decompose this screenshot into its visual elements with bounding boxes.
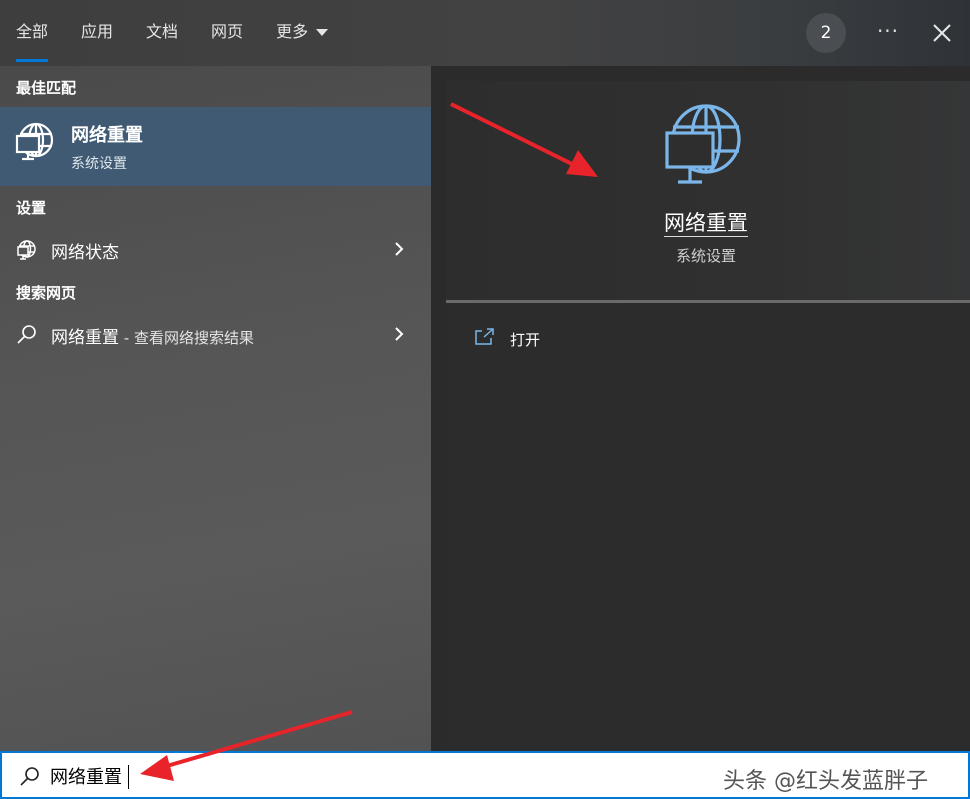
tab-all[interactable]: 全部 (16, 0, 49, 66)
best-match-header: 最佳匹配 (16, 79, 77, 97)
close-icon (933, 24, 951, 42)
watermark: 头条 @红头发蓝胖子 (723, 769, 928, 794)
search-box[interactable]: 头条 @红头发蓝胖子 (0, 751, 970, 799)
globe-icon (17, 240, 36, 260)
web-search-item[interactable]: 网络重置 - 查看网络搜索结果 (0, 315, 431, 353)
web-search-query: 网络重置 (51, 328, 119, 348)
tab-apps[interactable]: 应用 (81, 0, 113, 66)
chevron-right-icon (395, 327, 404, 341)
settings-header: 设置 (16, 199, 47, 217)
best-match-subtitle: 系统设置 (71, 156, 127, 172)
close-button[interactable] (922, 13, 962, 53)
results-list: 最佳匹配 网络重置 系统设置 设置 网络状态 搜索网页 网络重置 - 查看网络搜… (0, 66, 431, 751)
search-icon (17, 325, 36, 344)
more-options-button[interactable]: ··· (868, 13, 908, 53)
search-icon (20, 767, 39, 786)
tab-more-label: 更多 (276, 22, 309, 41)
chevron-right-icon (395, 242, 404, 256)
settings-item-network-status[interactable]: 网络状态 (0, 230, 431, 268)
open-action[interactable]: 打开 (474, 326, 594, 352)
best-match-item[interactable]: 网络重置 系统设置 (0, 107, 431, 186)
tab-list: 全部 应用 文档 网页 更多 (16, 0, 361, 66)
preview-subtitle: 系统设置 (675, 247, 736, 265)
web-search-header: 搜索网页 (16, 284, 77, 302)
text-caret (128, 765, 129, 789)
web-search-item-label: 网络重置 - 查看网络搜索结果 (51, 323, 254, 348)
tab-web[interactable]: 网页 (211, 0, 243, 66)
settings-item-label: 网络状态 (51, 243, 119, 263)
globe-monitor-icon (665, 104, 741, 184)
top-tab-bar: 全部 应用 文档 网页 更多 2 ··· (0, 0, 970, 66)
globe-monitor-icon (15, 122, 54, 161)
tab-documents[interactable]: 文档 (146, 0, 178, 66)
preview-actions (446, 303, 970, 751)
tab-more[interactable]: 更多 (276, 0, 329, 66)
preview-title[interactable]: 网络重置 (446, 207, 966, 237)
search-input[interactable] (50, 763, 650, 789)
web-search-hint: - 查看网络搜索结果 (119, 329, 254, 347)
chevron-down-icon (316, 29, 329, 36)
open-label: 打开 (510, 331, 541, 349)
rewards-badge[interactable]: 2 (806, 13, 846, 53)
open-external-icon (475, 328, 494, 345)
best-match-title: 网络重置 (71, 125, 143, 146)
preview-title-text: 网络重置 (664, 211, 748, 237)
